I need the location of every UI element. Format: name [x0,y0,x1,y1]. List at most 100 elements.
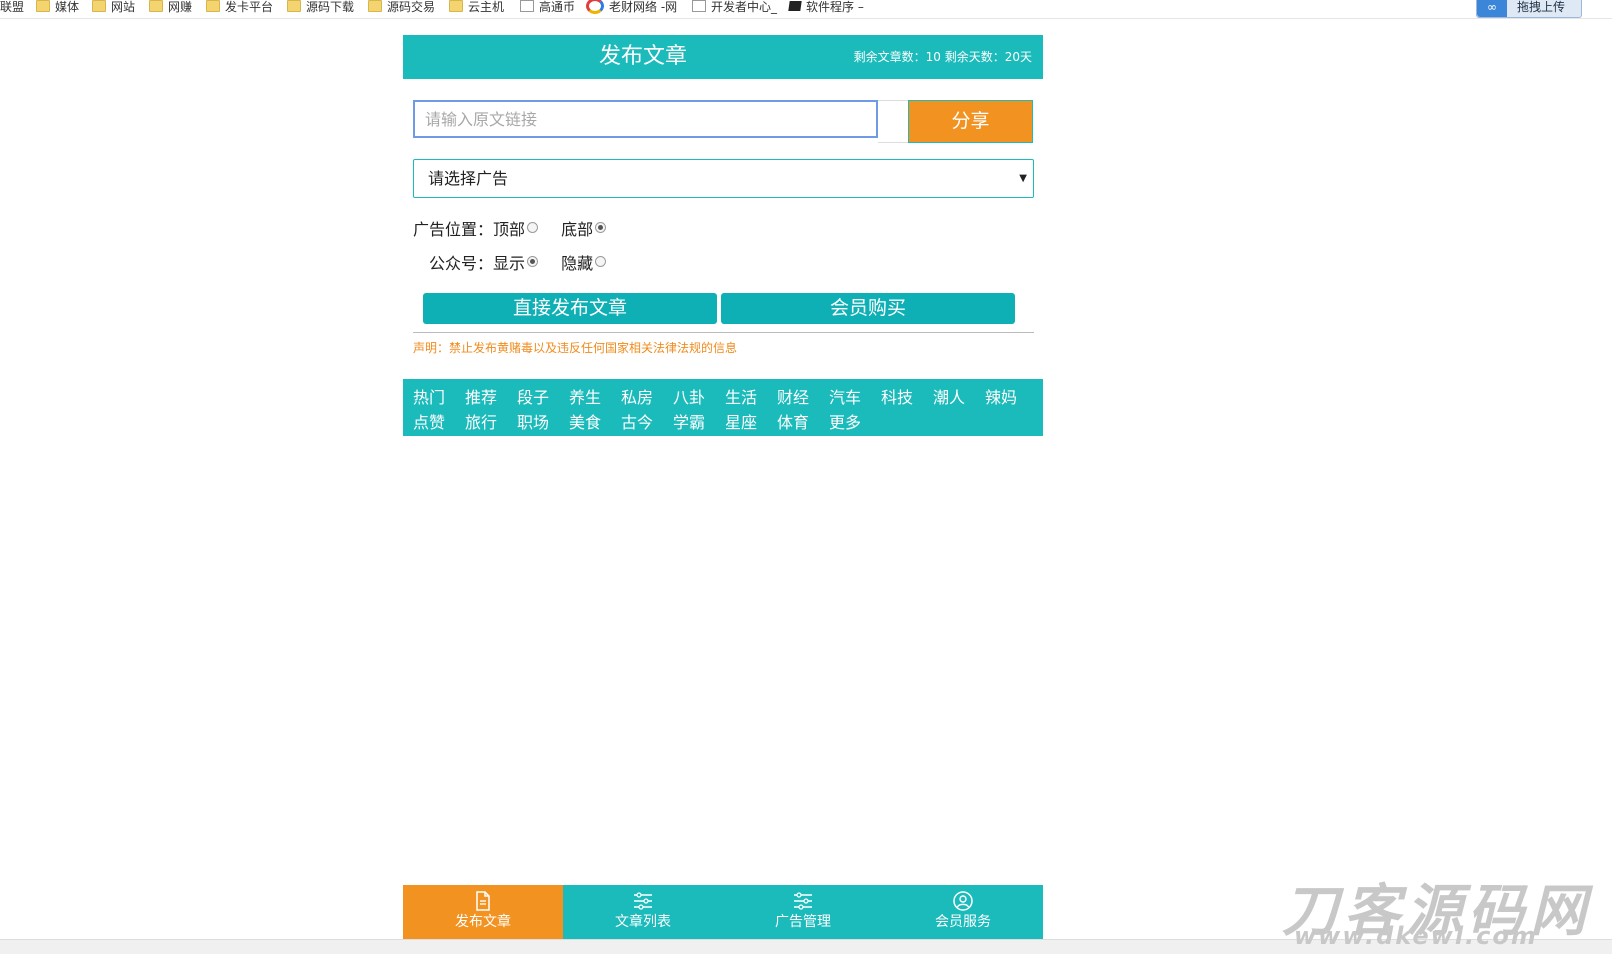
remaining-stats: 剩余文章数：10 剩余天数：20天 [853,50,1032,64]
bookmark-label: 软件程序 – [806,0,864,14]
bookmark-item[interactable]: 高通币 [520,0,575,15]
divider [413,332,1034,333]
category-link[interactable]: 养生 [569,384,619,408]
ad-position-label: 广告位置： [413,220,494,239]
bottom-tab-bar: 发布文章 文章列表 广告管理 会员服务 [403,885,1043,940]
category-link[interactable]: 辣妈 [985,384,1035,408]
bookmark-label: 高通币 [539,0,576,14]
category-link[interactable]: 旅行 [465,409,515,433]
radio-hide[interactable] [595,256,607,267]
category-link[interactable]: 学霸 [673,409,723,433]
tab-label: 会员服务 [935,914,991,930]
category-link[interactable]: 段子 [517,384,567,408]
bookmark-item[interactable]: 发卡平台 [206,0,273,15]
radio-show-selected[interactable] [527,256,539,267]
folder-icon [92,0,106,12]
official-account-label: 公众号： [429,254,494,273]
category-link[interactable]: 古今 [621,409,671,433]
bookmark-label: 云主机 [468,0,505,14]
category-link[interactable]: 体育 [777,409,827,433]
legal-notice: 声明：禁止发布黄赌毒以及违反任何国家相关法律法规的信息 [413,341,738,355]
bookmark-label: 媒体 [55,0,80,14]
publish-article-button[interactable]: 直接发布文章 [423,293,717,324]
bookmark-item[interactable]: 软件程序 – [788,0,864,15]
page-header: 发布文章 剩余文章数：10 剩余天数：20天 [403,35,1043,79]
drag-upload-button[interactable]: ∞ 拖拽上传 [1476,0,1582,18]
category-link[interactable]: 职场 [517,409,567,433]
page-icon [520,0,534,12]
bookmark-item[interactable]: 联盟 [0,0,24,15]
ad-position-option-top[interactable]: 顶部 [493,220,539,239]
bookmark-label: 开发者中心_ [711,0,778,14]
official-account-row: 公众号：显示 隐藏 [429,253,614,275]
cloud-logo-icon: ∞ [1477,0,1507,17]
bookmark-label: 联盟 [0,0,25,14]
category-link[interactable]: 点赞 [413,409,463,433]
member-buy-button[interactable]: 会员购买 [721,293,1015,324]
list-icon [794,892,812,910]
bookmark-label: 老财网络 -网 [609,0,678,14]
category-link[interactable]: 潮人 [933,384,983,408]
folder-icon [287,0,301,12]
bookmark-label: 源码下载 [306,0,355,14]
bookmark-item[interactable]: 源码下载 [287,0,354,15]
folder-icon [449,0,463,12]
category-link[interactable]: 推荐 [465,384,515,408]
category-link[interactable]: 生活 [725,384,775,408]
watermark-url: www.dkewl.com [1294,922,1538,950]
bookmark-item[interactable]: 开发者中心_ [692,0,777,15]
folder-icon [36,0,50,12]
url-row: 分享 [413,100,1037,143]
category-link[interactable]: 私房 [621,384,671,408]
category-link[interactable]: 财经 [777,384,827,408]
tab-ad-management[interactable]: 广告管理 [723,885,883,940]
category-link[interactable]: 美食 [569,409,619,433]
folder-icon [149,0,163,12]
tab-member-service[interactable]: 会员服务 [883,885,1043,940]
category-link[interactable]: 八卦 [673,384,723,408]
ad-position-option-bottom[interactable]: 底部 [561,220,607,239]
document-icon [476,891,490,911]
page-icon [692,0,706,12]
category-link[interactable]: 汽车 [829,384,879,408]
option-label: 底部 [561,220,594,239]
official-account-option-hide[interactable]: 隐藏 [561,254,607,273]
share-button[interactable]: 分享 [908,100,1033,143]
bookmark-item[interactable]: 源码交易 [368,0,435,15]
official-account-option-show[interactable]: 显示 [493,254,539,273]
tab-label: 发布文章 [455,914,511,930]
ad-select[interactable]: 请选择广告 ▼ [413,159,1034,198]
user-icon [953,891,973,911]
bookmark-item[interactable]: 媒体 [36,0,79,15]
tab-publish-article[interactable]: 发布文章 [403,885,563,940]
bookmarks-bar: 联盟 媒体 网站 网赚 发卡平台 源码下载 源码交易 云主机 高通币 老财网络 … [0,0,1612,19]
bookmark-label: 源码交易 [387,0,436,14]
ad-position-row: 广告位置：顶部 底部 [413,219,614,241]
category-link[interactable]: 科技 [881,384,931,408]
option-label: 顶部 [493,220,526,239]
article-url-input[interactable] [413,100,878,138]
action-buttons: 直接发布文章 会员购买 [423,293,1015,324]
category-link[interactable]: 星座 [725,409,775,433]
page-title: 发布文章 [598,44,687,69]
bookmark-item[interactable]: 老财网络 -网 [586,0,677,15]
drag-upload-label: 拖拽上传 [1517,0,1566,14]
tab-label: 广告管理 [775,914,831,930]
ad-select-value: 请选择广告 [428,169,509,188]
option-label: 隐藏 [561,254,594,273]
input-spacer [878,100,908,143]
tab-article-list[interactable]: 文章列表 [563,885,723,940]
bookmark-item[interactable]: 网赚 [149,0,192,15]
folder-icon [368,0,382,12]
category-link[interactable]: 更多 [829,409,879,433]
radio-top[interactable] [527,222,539,233]
category-link[interactable]: 热门 [413,384,463,408]
dropdown-arrow-icon: ▼ [1019,173,1027,184]
bookmark-item[interactable]: 云主机 [449,0,504,15]
folder-icon [206,0,220,12]
bookmark-label: 发卡平台 [225,0,274,14]
option-label: 显示 [493,254,526,273]
bookmark-item[interactable]: 网站 [92,0,135,15]
bookmark-label: 网赚 [168,0,193,14]
radio-bottom-selected[interactable] [595,222,607,233]
